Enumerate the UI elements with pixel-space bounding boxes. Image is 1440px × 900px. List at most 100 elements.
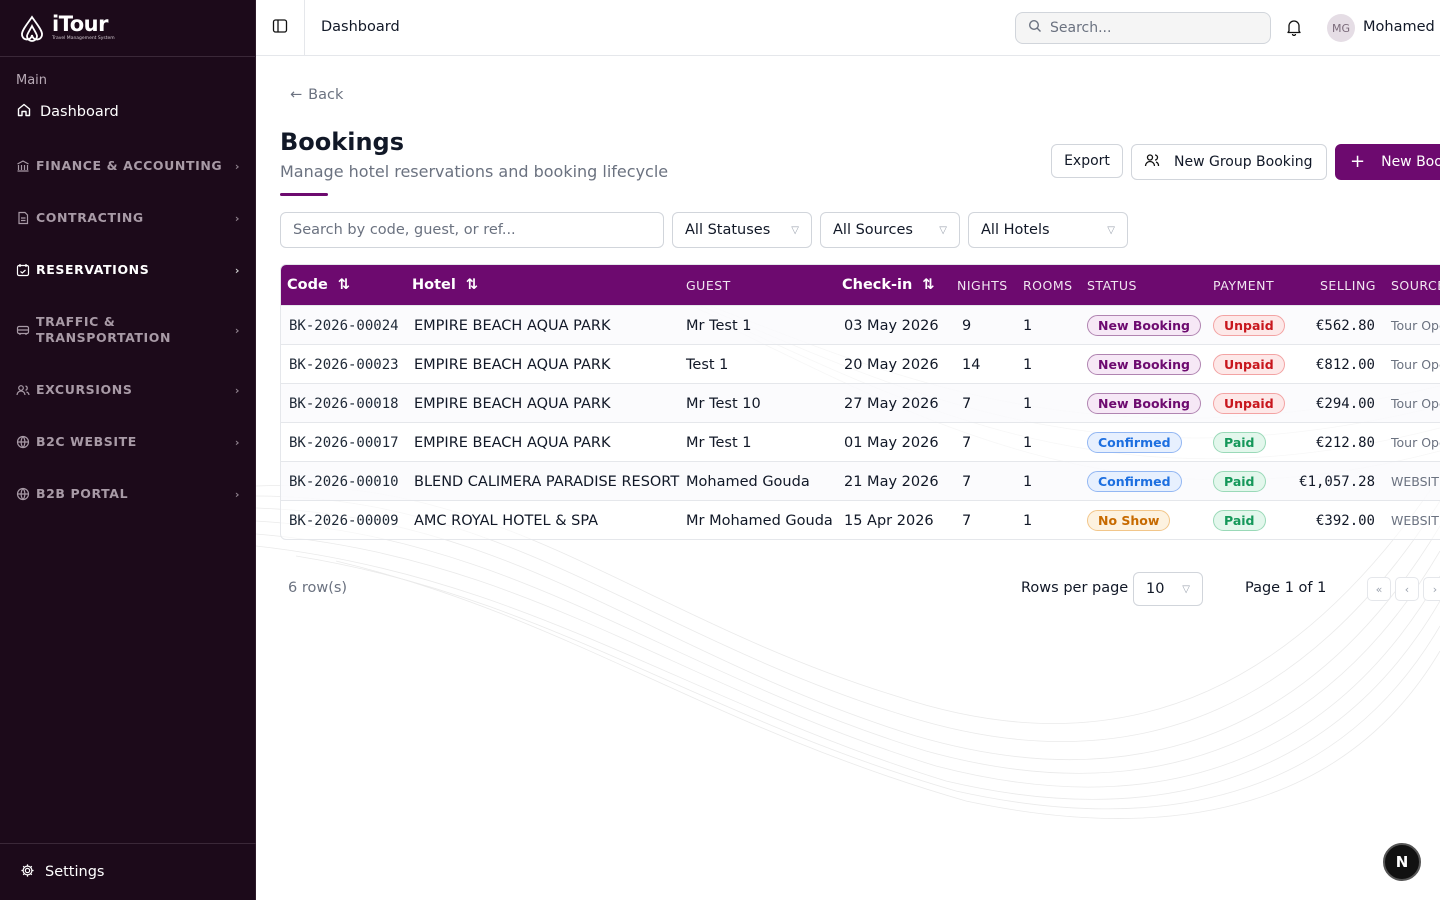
sidebar-group-label: FINANCE & ACCOUNTING [36, 158, 223, 173]
avatar[interactable]: MG [1327, 14, 1355, 42]
column-header-code[interactable]: Code ⇅ [287, 265, 350, 305]
first-page-button[interactable]: « [1367, 577, 1391, 601]
sidebar-group-traffic[interactable]: TRAFFIC & TRANSPORTATION › [16, 314, 240, 346]
sidebar-group-contracting[interactable]: CONTRACTING › [16, 210, 240, 226]
cell-selling: €562.80 [1315, 317, 1375, 334]
column-header-nights: NIGHTS [957, 277, 1008, 293]
cell-status: New Booking [1087, 306, 1201, 345]
breadcrumb[interactable]: Dashboard [321, 19, 400, 35]
cell-payment: Unpaid [1213, 384, 1285, 423]
cell-code: BK-2026-00009 [289, 512, 399, 529]
table-row[interactable]: BK-2026-00023 EMPIRE BEACH AQUA PARK Test … [281, 344, 1440, 383]
sort-icon: ⇅ [465, 277, 478, 293]
settings-label: Settings [45, 864, 105, 880]
cell-rooms: 1 [1023, 512, 1033, 529]
brand-tagline: Travel Management System [52, 36, 115, 42]
cell-guest: Mohamed Gouda [686, 473, 810, 490]
cell-nights: 14 [962, 356, 981, 373]
source-filter-select[interactable]: All Sources ▽ [820, 212, 960, 248]
cell-guest: Mr Test 1 [686, 434, 752, 451]
hotel-filter-value: All Hotels [981, 222, 1050, 238]
payment-badge: Paid [1213, 432, 1266, 453]
new-booking-button[interactable]: + New Booking [1335, 144, 1440, 180]
status-filter-select[interactable]: All Statuses ▽ [672, 212, 812, 248]
user-name[interactable]: Mohamed Gouda [1363, 19, 1440, 35]
top-bar: Dashboard Search... MG Mohamed Gouda [256, 0, 1440, 56]
status-badge: New Booking [1087, 354, 1201, 375]
cell-status: No Show [1087, 501, 1171, 539]
nextjs-dev-indicator[interactable]: N [1383, 843, 1421, 881]
sidebar-group-b2c[interactable]: B2C WEBSITE › [16, 434, 240, 450]
previous-page-button[interactable]: ‹ [1395, 577, 1419, 601]
rows-per-page-select[interactable]: 10 ▽ [1133, 572, 1203, 606]
cell-nights: 9 [962, 317, 972, 334]
cell-hotel: AMC ROYAL HOTEL & SPA [414, 512, 599, 529]
status-badge: New Booking [1087, 393, 1201, 414]
sidebar-toggle-button[interactable] [256, 0, 305, 56]
sidebar-group-label: EXCURSIONS [36, 382, 133, 397]
global-search-input[interactable]: Search... [1015, 12, 1271, 44]
sidebar-item-settings[interactable]: Settings [0, 843, 256, 900]
new-group-booking-button[interactable]: New Group Booking [1131, 144, 1327, 180]
booking-search-input[interactable]: Search by code, guest, or ref... [280, 212, 664, 248]
chevron-right-icon: › [1432, 582, 1438, 596]
cell-nights: 7 [962, 434, 972, 451]
cell-guest: Test 1 [686, 356, 729, 373]
cell-source: Tour Operator [1391, 357, 1440, 372]
cell-hotel: EMPIRE BEACH AQUA PARK [414, 395, 611, 412]
cell-status: New Booking [1087, 384, 1201, 423]
column-label: Hotel [412, 277, 456, 293]
table-row[interactable]: BK-2026-00018 EMPIRE BEACH AQUA PARK Mr Te… [281, 383, 1440, 422]
cell-rooms: 1 [1023, 473, 1033, 490]
table-row[interactable]: BK-2026-00024 EMPIRE BEACH AQUA PARK Mr Te… [281, 305, 1440, 344]
next-page-button[interactable]: › [1423, 577, 1440, 601]
status-badge: Confirmed [1087, 432, 1182, 453]
column-header-checkin[interactable]: Check-in ⇅ [842, 265, 935, 305]
sidebar: iTour Travel Management System Main Dash… [0, 0, 256, 900]
new-booking-label: New Booking [1381, 154, 1440, 170]
brand[interactable]: iTour Travel Management System [0, 0, 255, 57]
sidebar-group-b2b[interactable]: B2B PORTAL › [16, 486, 240, 502]
sidebar-group-label: RESERVATIONS [36, 262, 150, 277]
sidebar-item-dashboard[interactable]: Dashboard [16, 102, 119, 122]
cell-hotel: BLEND CALIMERA PARADISE RESORT [414, 473, 680, 490]
cell-payment: Paid [1213, 501, 1266, 539]
cell-status: Confirmed [1087, 462, 1182, 501]
cell-code: BK-2026-00017 [289, 434, 399, 451]
sidebar-group-label: CONTRACTING [36, 210, 144, 225]
chevron-left-icon: ‹ [1404, 582, 1410, 596]
back-label: Back [308, 87, 344, 103]
chevron-right-icon: › [234, 435, 240, 449]
plus-icon: + [1350, 151, 1366, 172]
export-button[interactable]: Export [1051, 144, 1123, 178]
notifications-bell-icon[interactable] [1286, 18, 1302, 40]
title-underline [280, 193, 328, 196]
main-content: ← Back Bookings Manage hotel reservation… [256, 56, 1440, 900]
column-header-hotel[interactable]: Hotel ⇅ [412, 265, 478, 305]
chevron-right-icon: › [234, 263, 240, 277]
column-header-payment: PAYMENT [1213, 277, 1275, 293]
table-row[interactable]: BK-2026-00010 BLEND CALIMERA PARADISE RES… [281, 461, 1440, 500]
sidebar-group-reservations[interactable]: RESERVATIONS › [16, 262, 240, 278]
chevron-right-icon: › [234, 159, 240, 173]
file-icon [16, 211, 30, 225]
cell-hotel: EMPIRE BEACH AQUA PARK [414, 317, 611, 334]
hotel-filter-select[interactable]: All Hotels ▽ [968, 212, 1128, 248]
sidebar-group-finance[interactable]: FINANCE & ACCOUNTING › [16, 158, 240, 174]
row-count: 6 row(s) [288, 580, 348, 596]
status-filter-value: All Statuses [685, 222, 771, 238]
sidebar-group-excursions[interactable]: EXCURSIONS › [16, 382, 240, 398]
chevron-right-icon: › [234, 323, 240, 337]
cell-hotel: EMPIRE BEACH AQUA PARK [414, 434, 611, 451]
sidebar-group-label: TRAFFIC & TRANSPORTATION [36, 314, 172, 345]
search-placeholder: Search... [1050, 20, 1112, 36]
calendar-check-icon [16, 263, 30, 277]
column-label: Check-in [842, 277, 913, 293]
cell-source: Tour Operator [1391, 396, 1440, 411]
table-row[interactable]: BK-2026-00009 AMC ROYAL HOTEL & SPA Mr Moh… [281, 500, 1440, 539]
table-row[interactable]: BK-2026-00017 EMPIRE BEACH AQUA PARK Mr Te… [281, 422, 1440, 461]
home-icon [16, 102, 32, 122]
cell-source: Tour Operator [1391, 318, 1440, 333]
back-link[interactable]: ← Back [290, 87, 343, 103]
cell-checkin: 21 May 2026 [844, 473, 939, 490]
